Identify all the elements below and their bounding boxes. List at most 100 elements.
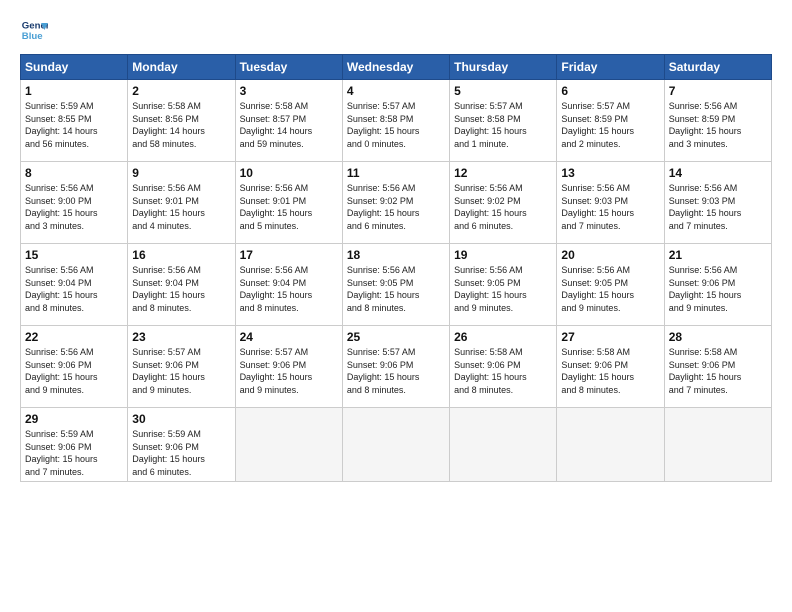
day-cell: 5 Sunrise: 5:57 AMSunset: 8:58 PMDayligh… — [450, 80, 557, 162]
day-info: Sunrise: 5:59 AMSunset: 9:06 PMDaylight:… — [132, 428, 230, 478]
day-info: Sunrise: 5:56 AMSunset: 9:05 PMDaylight:… — [561, 264, 659, 314]
day-cell: 9 Sunrise: 5:56 AMSunset: 9:01 PMDayligh… — [128, 162, 235, 244]
day-cell: 22 Sunrise: 5:56 AMSunset: 9:06 PMDaylig… — [21, 326, 128, 408]
day-info: Sunrise: 5:56 AMSunset: 9:06 PMDaylight:… — [669, 264, 767, 314]
day-number: 18 — [347, 248, 445, 262]
logo: General Blue — [20, 16, 52, 44]
day-info: Sunrise: 5:56 AMSunset: 9:01 PMDaylight:… — [132, 182, 230, 232]
day-info: Sunrise: 5:56 AMSunset: 9:05 PMDaylight:… — [454, 264, 552, 314]
day-cell: 23 Sunrise: 5:57 AMSunset: 9:06 PMDaylig… — [128, 326, 235, 408]
day-info: Sunrise: 5:56 AMSunset: 9:04 PMDaylight:… — [240, 264, 338, 314]
day-number: 2 — [132, 84, 230, 98]
day-number: 9 — [132, 166, 230, 180]
day-cell: 6 Sunrise: 5:57 AMSunset: 8:59 PMDayligh… — [557, 80, 664, 162]
week-row-1: 1 Sunrise: 5:59 AMSunset: 8:55 PMDayligh… — [21, 80, 772, 162]
day-info: Sunrise: 5:56 AMSunset: 9:05 PMDaylight:… — [347, 264, 445, 314]
day-info: Sunrise: 5:59 AMSunset: 9:06 PMDaylight:… — [25, 428, 123, 478]
day-number: 25 — [347, 330, 445, 344]
day-info: Sunrise: 5:57 AMSunset: 9:06 PMDaylight:… — [240, 346, 338, 396]
day-info: Sunrise: 5:57 AMSunset: 9:06 PMDaylight:… — [132, 346, 230, 396]
day-cell: 12 Sunrise: 5:56 AMSunset: 9:02 PMDaylig… — [450, 162, 557, 244]
day-number: 20 — [561, 248, 659, 262]
day-cell: 15 Sunrise: 5:56 AMSunset: 9:04 PMDaylig… — [21, 244, 128, 326]
day-cell: 1 Sunrise: 5:59 AMSunset: 8:55 PMDayligh… — [21, 80, 128, 162]
header: General Blue — [20, 16, 772, 44]
day-cell: 27 Sunrise: 5:58 AMSunset: 9:06 PMDaylig… — [557, 326, 664, 408]
day-number: 14 — [669, 166, 767, 180]
week-row-3: 15 Sunrise: 5:56 AMSunset: 9:04 PMDaylig… — [21, 244, 772, 326]
day-cell: 28 Sunrise: 5:58 AMSunset: 9:06 PMDaylig… — [664, 326, 771, 408]
day-cell: 7 Sunrise: 5:56 AMSunset: 8:59 PMDayligh… — [664, 80, 771, 162]
day-cell: 16 Sunrise: 5:56 AMSunset: 9:04 PMDaylig… — [128, 244, 235, 326]
calendar-header: SundayMondayTuesdayWednesdayThursdayFrid… — [21, 55, 772, 80]
day-cell: 29 Sunrise: 5:59 AMSunset: 9:06 PMDaylig… — [21, 408, 128, 482]
day-number: 26 — [454, 330, 552, 344]
day-info: Sunrise: 5:58 AMSunset: 9:06 PMDaylight:… — [669, 346, 767, 396]
calendar-body: 1 Sunrise: 5:59 AMSunset: 8:55 PMDayligh… — [21, 80, 772, 482]
week-row-5: 29 Sunrise: 5:59 AMSunset: 9:06 PMDaylig… — [21, 408, 772, 482]
day-number: 28 — [669, 330, 767, 344]
day-number: 23 — [132, 330, 230, 344]
day-info: Sunrise: 5:56 AMSunset: 9:00 PMDaylight:… — [25, 182, 123, 232]
col-header-sunday: Sunday — [21, 55, 128, 80]
day-info: Sunrise: 5:56 AMSunset: 9:04 PMDaylight:… — [25, 264, 123, 314]
day-info: Sunrise: 5:58 AMSunset: 9:06 PMDaylight:… — [561, 346, 659, 396]
day-number: 17 — [240, 248, 338, 262]
day-number: 4 — [347, 84, 445, 98]
day-info: Sunrise: 5:57 AMSunset: 8:58 PMDaylight:… — [347, 100, 445, 150]
day-number: 3 — [240, 84, 338, 98]
day-cell — [664, 408, 771, 482]
day-cell: 13 Sunrise: 5:56 AMSunset: 9:03 PMDaylig… — [557, 162, 664, 244]
day-number: 27 — [561, 330, 659, 344]
day-number: 13 — [561, 166, 659, 180]
day-number: 7 — [669, 84, 767, 98]
day-info: Sunrise: 5:57 AMSunset: 9:06 PMDaylight:… — [347, 346, 445, 396]
week-row-2: 8 Sunrise: 5:56 AMSunset: 9:00 PMDayligh… — [21, 162, 772, 244]
day-cell: 24 Sunrise: 5:57 AMSunset: 9:06 PMDaylig… — [235, 326, 342, 408]
day-cell: 11 Sunrise: 5:56 AMSunset: 9:02 PMDaylig… — [342, 162, 449, 244]
day-info: Sunrise: 5:57 AMSunset: 8:59 PMDaylight:… — [561, 100, 659, 150]
day-number: 10 — [240, 166, 338, 180]
day-number: 11 — [347, 166, 445, 180]
day-info: Sunrise: 5:59 AMSunset: 8:55 PMDaylight:… — [25, 100, 123, 150]
col-header-monday: Monday — [128, 55, 235, 80]
day-info: Sunrise: 5:56 AMSunset: 9:01 PMDaylight:… — [240, 182, 338, 232]
day-number: 21 — [669, 248, 767, 262]
day-cell: 25 Sunrise: 5:57 AMSunset: 9:06 PMDaylig… — [342, 326, 449, 408]
day-cell: 3 Sunrise: 5:58 AMSunset: 8:57 PMDayligh… — [235, 80, 342, 162]
day-info: Sunrise: 5:58 AMSunset: 8:57 PMDaylight:… — [240, 100, 338, 150]
day-number: 12 — [454, 166, 552, 180]
day-info: Sunrise: 5:57 AMSunset: 8:58 PMDaylight:… — [454, 100, 552, 150]
day-cell: 4 Sunrise: 5:57 AMSunset: 8:58 PMDayligh… — [342, 80, 449, 162]
day-cell: 17 Sunrise: 5:56 AMSunset: 9:04 PMDaylig… — [235, 244, 342, 326]
col-header-friday: Friday — [557, 55, 664, 80]
day-number: 5 — [454, 84, 552, 98]
day-cell — [342, 408, 449, 482]
col-header-saturday: Saturday — [664, 55, 771, 80]
day-cell: 30 Sunrise: 5:59 AMSunset: 9:06 PMDaylig… — [128, 408, 235, 482]
day-number: 1 — [25, 84, 123, 98]
day-cell — [557, 408, 664, 482]
week-row-4: 22 Sunrise: 5:56 AMSunset: 9:06 PMDaylig… — [21, 326, 772, 408]
day-cell: 20 Sunrise: 5:56 AMSunset: 9:05 PMDaylig… — [557, 244, 664, 326]
day-number: 15 — [25, 248, 123, 262]
col-header-wednesday: Wednesday — [342, 55, 449, 80]
col-header-thursday: Thursday — [450, 55, 557, 80]
day-cell: 14 Sunrise: 5:56 AMSunset: 9:03 PMDaylig… — [664, 162, 771, 244]
day-info: Sunrise: 5:56 AMSunset: 9:03 PMDaylight:… — [561, 182, 659, 232]
col-header-tuesday: Tuesday — [235, 55, 342, 80]
day-number: 6 — [561, 84, 659, 98]
page: General Blue SundayMondayTuesdayWednesda… — [0, 0, 792, 612]
day-number: 24 — [240, 330, 338, 344]
day-cell: 18 Sunrise: 5:56 AMSunset: 9:05 PMDaylig… — [342, 244, 449, 326]
day-info: Sunrise: 5:56 AMSunset: 9:06 PMDaylight:… — [25, 346, 123, 396]
day-info: Sunrise: 5:58 AMSunset: 8:56 PMDaylight:… — [132, 100, 230, 150]
day-info: Sunrise: 5:56 AMSunset: 8:59 PMDaylight:… — [669, 100, 767, 150]
day-info: Sunrise: 5:56 AMSunset: 9:03 PMDaylight:… — [669, 182, 767, 232]
day-number: 19 — [454, 248, 552, 262]
day-info: Sunrise: 5:58 AMSunset: 9:06 PMDaylight:… — [454, 346, 552, 396]
day-cell — [235, 408, 342, 482]
day-cell: 10 Sunrise: 5:56 AMSunset: 9:01 PMDaylig… — [235, 162, 342, 244]
header-row: SundayMondayTuesdayWednesdayThursdayFrid… — [21, 55, 772, 80]
day-number: 8 — [25, 166, 123, 180]
